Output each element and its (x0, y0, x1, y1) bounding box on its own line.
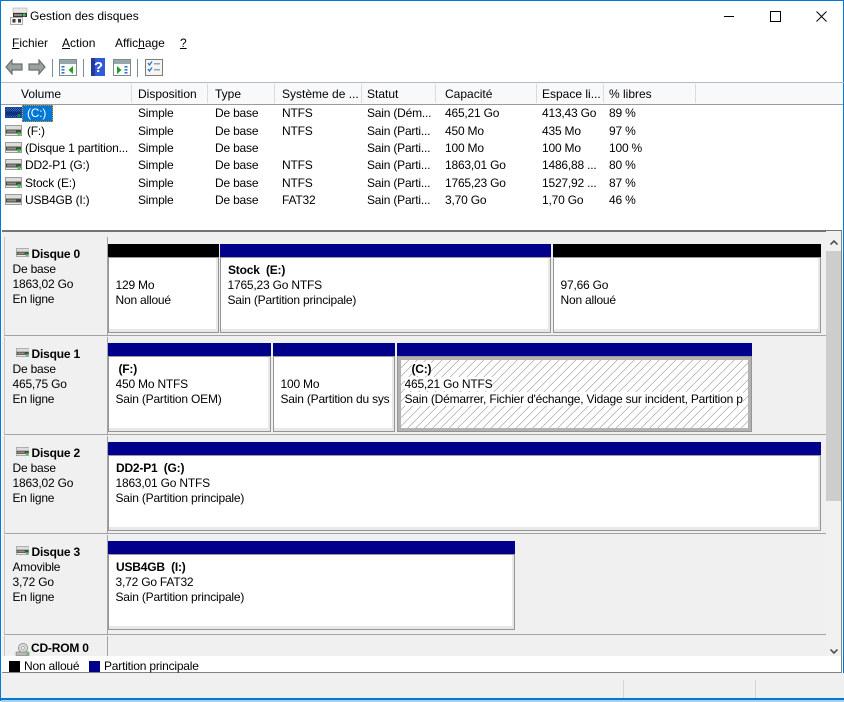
svg-text:?: ? (94, 59, 103, 76)
